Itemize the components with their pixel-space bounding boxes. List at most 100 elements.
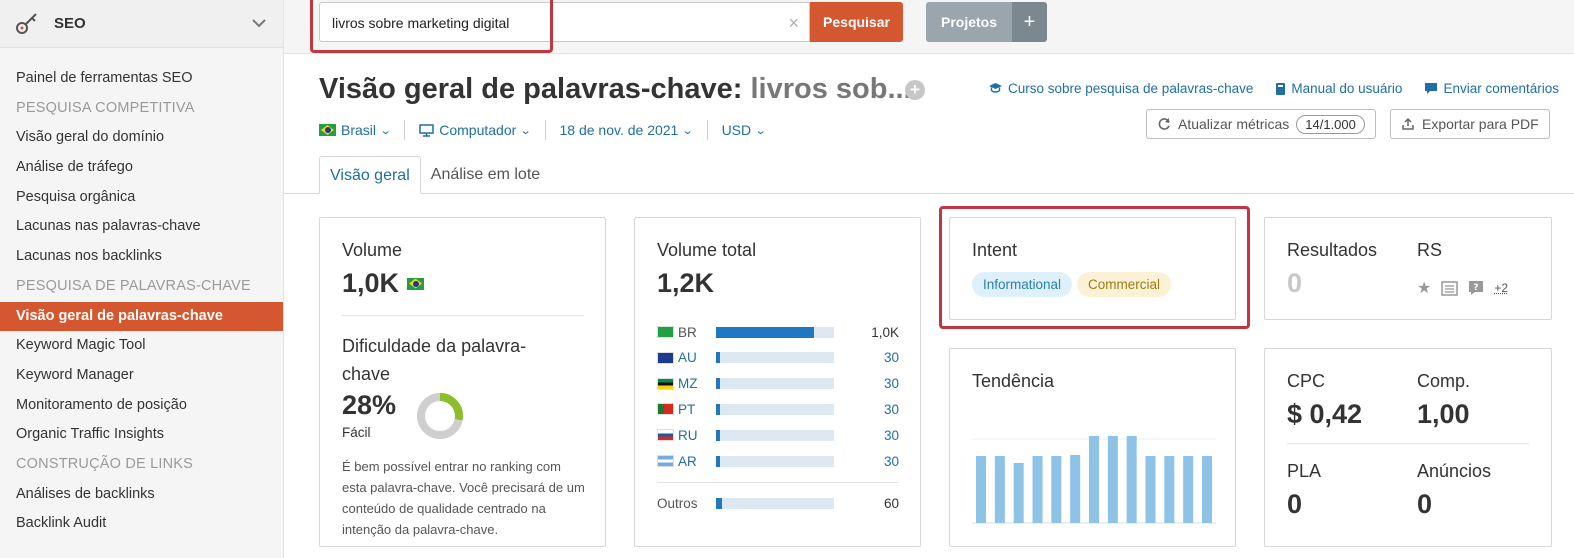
country-row: PT 30: [657, 399, 899, 419]
trend-bar[interactable]: [1013, 463, 1024, 523]
chevron-down-icon: ⌄: [754, 124, 767, 137]
results-card: Resultados 0 RS ★ ? +2: [1264, 217, 1552, 320]
search-input[interactable]: livros sobre marketing digital ×: [319, 2, 810, 42]
trend-bar[interactable]: [1145, 456, 1156, 523]
rs-title: RS: [1417, 240, 1443, 260]
date-filter[interactable]: 18 de nov. de 2021 ⌄: [560, 120, 708, 140]
intent-card: Intent Informational Commercial: [949, 217, 1236, 320]
trend-bar[interactable]: [1183, 456, 1194, 523]
update-metrics-button[interactable]: Atualizar métricas 14/1.000: [1146, 109, 1376, 139]
trend-bar[interactable]: [1089, 436, 1099, 523]
country-value[interactable]: 30: [884, 454, 899, 469]
sidebar-item[interactable]: Painel de ferramentas SEO: [0, 64, 283, 94]
sidebar-item[interactable]: Monitoramento de posição: [0, 391, 283, 421]
search-input-value: livros sobre marketing digital: [332, 15, 510, 31]
sidebar-item[interactable]: Keyword Magic Tool: [0, 331, 283, 361]
tab-overview[interactable]: Visão geral: [319, 156, 421, 194]
course-link[interactable]: Curso sobre pesquisa de palavras-chave: [988, 81, 1253, 96]
feedback-link[interactable]: Enviar comentários: [1424, 81, 1559, 96]
total-volume-value: 1,2K: [657, 268, 715, 298]
country-code[interactable]: AR: [678, 454, 716, 469]
country-bar-fill: [716, 378, 720, 390]
sidebar-item[interactable]: Análises de backlinks: [0, 480, 283, 510]
country-bar-track: [716, 378, 834, 390]
trend-bar[interactable]: [1164, 456, 1175, 523]
country-bar-track: [716, 429, 834, 441]
country-filter[interactable]: Brasil ⌄: [319, 120, 406, 140]
manual-link[interactable]: Manual do usuário: [1275, 81, 1402, 96]
trend-bar[interactable]: [1126, 436, 1137, 523]
trend-bar[interactable]: [1202, 456, 1212, 523]
refresh-icon: [1158, 118, 1170, 130]
ads-title: Anúncios: [1417, 461, 1492, 481]
update-metrics-label: Atualizar métricas: [1178, 116, 1290, 132]
trend-bar[interactable]: [1051, 456, 1062, 523]
others-bar-fill: [716, 497, 722, 509]
sidebar-item[interactable]: Keyword Manager: [0, 361, 283, 391]
trend-bar[interactable]: [994, 456, 1005, 523]
country-code: BR: [678, 324, 697, 340]
country-code[interactable]: PT: [678, 402, 716, 417]
total-volume-title: Volume total: [657, 240, 757, 260]
sidebar-item[interactable]: Lacunas nas palavras-chave: [0, 212, 283, 242]
trend-bar[interactable]: [1070, 455, 1081, 523]
volume-value: 1,0K: [342, 268, 400, 298]
update-metrics-count: 14/1.000: [1296, 114, 1365, 134]
trend-card: Tendência: [949, 348, 1236, 547]
projects-button[interactable]: Projetos: [926, 2, 1012, 42]
sidebar-item[interactable]: Visão geral do domínio: [0, 123, 283, 153]
tab-batch-analysis[interactable]: Análise em lote: [421, 156, 550, 194]
rs-more-link[interactable]: +2: [1494, 281, 1508, 295]
sidebar-item[interactable]: Análise de tráfego: [0, 153, 283, 183]
difficulty-label: Fácil: [342, 425, 371, 440]
trend-bar[interactable]: [1107, 436, 1118, 523]
device-filter[interactable]: Computador ⌄: [419, 120, 546, 140]
difficulty-donut-chart: [417, 393, 463, 439]
brazil-flag-icon: [319, 124, 336, 136]
country-code[interactable]: RU: [678, 428, 716, 443]
add-keyword-icon[interactable]: +: [905, 80, 925, 100]
country-value[interactable]: 30: [884, 376, 899, 391]
trend-chart: [972, 436, 1216, 524]
results-value: 0: [1287, 268, 1303, 298]
top-bar: livros sobre marketing digital × Pesquis…: [284, 0, 1574, 54]
volume-card: Volume 1,0K Dificuldade da palavra-chave…: [319, 217, 606, 547]
country-code[interactable]: AU: [678, 350, 716, 365]
sidebar-item[interactable]: Backlink Audit: [0, 509, 283, 539]
graduation-cap-icon: [988, 83, 1002, 93]
sidebar-item[interactable]: Pesquisa orgânica: [0, 183, 283, 213]
currency-filter[interactable]: USD ⌄: [722, 120, 780, 140]
clear-icon[interactable]: ×: [788, 14, 799, 32]
add-project-button[interactable]: +: [1012, 2, 1047, 42]
sidebar-item[interactable]: Visão geral de palavras-chave: [0, 301, 283, 332]
export-pdf-button[interactable]: Exportar para PDF: [1390, 109, 1550, 139]
page-title: Visão geral de palavras-chave: livros so…: [319, 73, 912, 106]
chevron-down-icon[interactable]: [249, 13, 269, 33]
trend-bar[interactable]: [1032, 456, 1043, 523]
sidebar-header[interactable]: SEO: [0, 0, 283, 48]
course-link-label: Curso sobre pesquisa de palavras-chave: [1007, 81, 1254, 96]
search-button[interactable]: Pesquisar: [810, 2, 903, 42]
country-flag-icon: [657, 455, 674, 467]
country-row: RU 30: [657, 425, 899, 445]
upload-icon: [1402, 117, 1414, 130]
sidebar-item[interactable]: Lacunas nos backlinks: [0, 242, 283, 272]
country-value: 1,0K: [871, 324, 899, 340]
country-value[interactable]: 30: [884, 402, 899, 417]
divider: [1287, 443, 1529, 444]
country-value[interactable]: 30: [884, 350, 899, 365]
sidebar-section-heading: CONSTRUÇÃO DE LINKS: [16, 455, 194, 472]
sidebar-item[interactable]: Organic Traffic Insights: [0, 420, 283, 450]
device-filter-label: Computador: [439, 122, 517, 138]
country-value[interactable]: 30: [884, 428, 899, 443]
country-row: MZ 30: [657, 374, 899, 394]
main-content: Visão geral de palavras-chave: livros so…: [284, 55, 1574, 558]
others-value: 60: [883, 495, 899, 511]
trend-bar[interactable]: [976, 456, 986, 523]
comp-value: 1,00: [1417, 399, 1470, 429]
svg-text:?: ?: [1474, 283, 1479, 293]
chevron-down-icon: ⌄: [519, 124, 532, 137]
divider: [342, 315, 584, 316]
country-code[interactable]: MZ: [678, 376, 716, 391]
country-filter-label: Brasil: [341, 122, 377, 138]
